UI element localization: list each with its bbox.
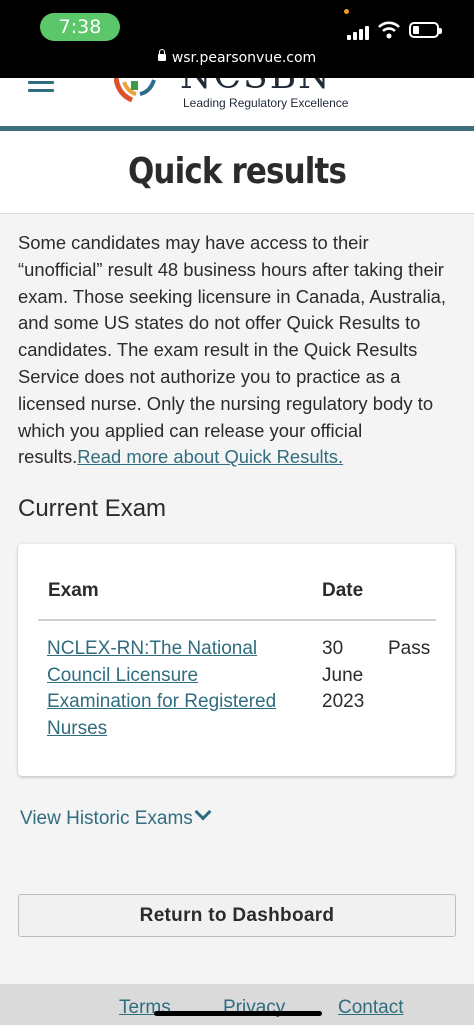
footer-link-contact[interactable]: Contact — [338, 997, 403, 1019]
cellular-signal-icon — [347, 24, 371, 40]
main-content: Some candidates may have access to their… — [0, 214, 474, 984]
current-exam-card: Exam Date NCLEX-RN:The National Council … — [18, 544, 455, 776]
logo-tagline: Leading Regulatory Excellence — [183, 96, 349, 110]
title-band: Quick results — [0, 131, 474, 214]
return-to-dashboard-button[interactable]: Return to Dashboard — [18, 894, 456, 937]
url-text: wsr.pearsonvue.com — [171, 50, 317, 66]
column-header-date: Date — [322, 580, 364, 601]
read-more-link[interactable]: Read more about Quick Results. — [77, 446, 343, 467]
logo-wordmark: NCSBN — [180, 78, 332, 97]
status-bar: 7:38 wsr.pearsonvue.com — [0, 0, 474, 78]
privacy-indicator-icon — [344, 9, 349, 14]
battery-icon — [409, 22, 442, 38]
status-time: 7:38 — [40, 13, 120, 41]
exam-name-link[interactable]: NCLEX-RN:The National Council Licensure … — [47, 636, 297, 742]
home-indicator[interactable] — [154, 1011, 322, 1016]
footer: Terms Privacy Contact — [0, 984, 474, 1025]
view-historic-exams-toggle[interactable]: View Historic Exams — [20, 803, 212, 830]
intro-text: Some candidates may have access to their… — [18, 232, 446, 468]
hamburger-menu-icon[interactable] — [28, 81, 54, 99]
exam-result: Pass — [388, 638, 431, 659]
intro-paragraph: Some candidates may have access to their… — [18, 230, 458, 471]
current-exam-heading: Current Exam — [18, 495, 167, 522]
lock-icon — [157, 49, 166, 61]
wifi-icon — [378, 21, 400, 39]
chevron-down-icon — [194, 803, 212, 821]
exam-date: 30 June 2023 — [322, 638, 365, 712]
column-header-exam: Exam — [48, 580, 99, 601]
historic-label: View Historic Exams — [20, 808, 193, 829]
ncsbn-logo-icon — [114, 78, 156, 103]
site-header: NCSBN Leading Regulatory Excellence — [0, 78, 474, 130]
table-header-divider — [38, 619, 436, 621]
page-title: Quick results — [127, 151, 347, 192]
address-bar[interactable]: wsr.pearsonvue.com — [0, 49, 474, 66]
